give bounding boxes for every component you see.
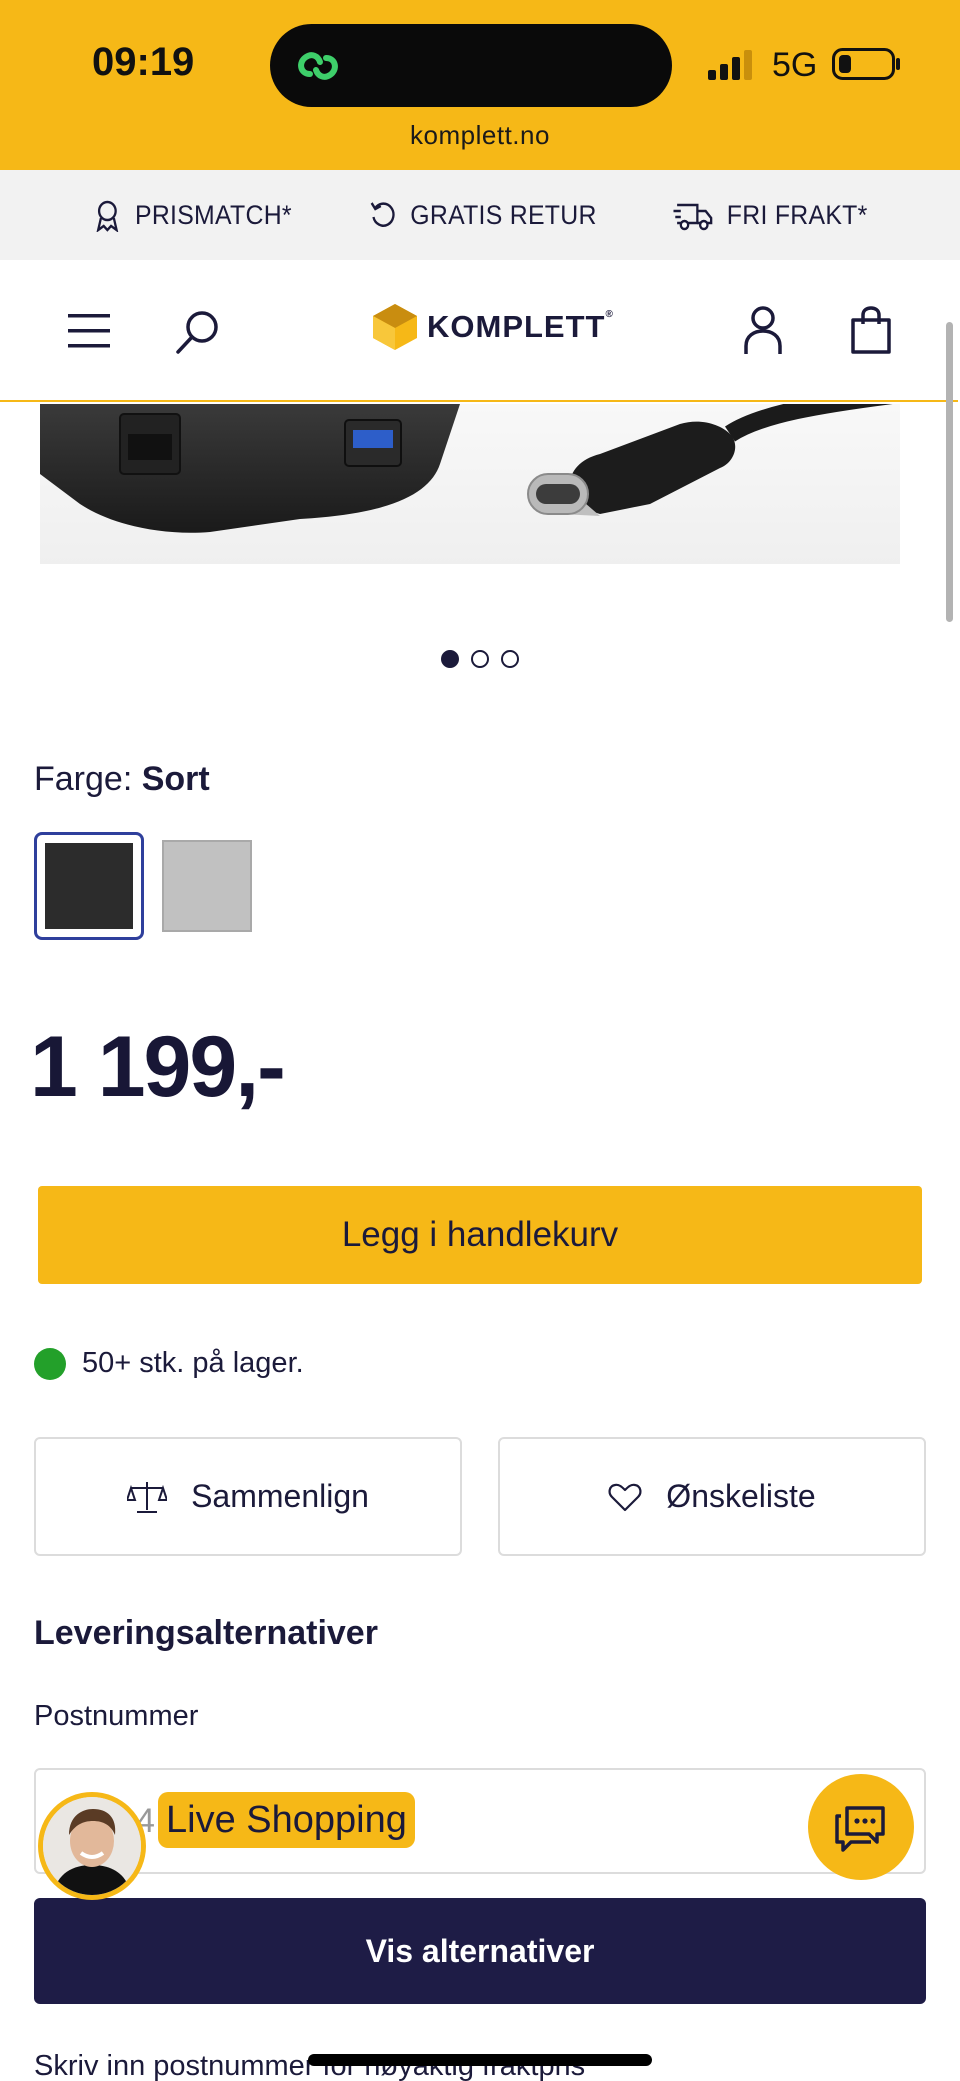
search-icon[interactable] [174, 308, 222, 356]
usp-label: FRI FRAKT* [726, 199, 868, 230]
logo-icon [373, 304, 417, 350]
carousel-dots [0, 650, 960, 668]
dynamic-island [270, 24, 672, 107]
swatch-sort[interactable] [34, 832, 144, 940]
signal-icon [708, 50, 752, 80]
wishlist-label: Ønskeliste [666, 1478, 816, 1514]
carousel-dot[interactable] [471, 650, 489, 668]
chat-icon [835, 1806, 885, 1852]
color-label: Farge: Sort [34, 760, 210, 798]
logo-text: KOMPLETT® [427, 309, 614, 344]
compare-button[interactable]: Sammenlign [34, 1437, 462, 1556]
home-indicator [308, 2054, 652, 2066]
status-bar: 09:19 5G komplett.no [0, 0, 960, 170]
delivery-title: Leveringsalternativer [34, 1614, 378, 1652]
menu-icon[interactable] [68, 314, 110, 348]
live-shopping-avatar[interactable] [38, 1792, 146, 1900]
swatch-gra[interactable] [162, 840, 252, 932]
truck-icon [673, 203, 713, 231]
site-header: KOMPLETT® [0, 260, 958, 402]
account-icon[interactable] [744, 306, 782, 356]
carousel-dot[interactable] [441, 650, 459, 668]
usp-label: PRISMATCH* [134, 199, 292, 230]
battery-icon [832, 48, 900, 80]
postal-label: Postnummer [34, 1700, 199, 1732]
usp-bar: PRISMATCH* GRATIS RETUR FRI FRAKT* [0, 170, 960, 260]
live-shopping-label[interactable]: Live Shopping [158, 1792, 415, 1848]
wishlist-button[interactable]: Ønskeliste [498, 1437, 926, 1556]
product-price: 1 199,- [30, 1019, 286, 1115]
color-value: Sort [141, 760, 210, 798]
host-avatar [43, 1797, 141, 1895]
heart-icon [608, 1483, 642, 1511]
show-alternatives-button[interactable]: Vis alternativer [34, 1898, 926, 2004]
return-icon [371, 202, 396, 227]
compare-label: Sammenlign [191, 1478, 369, 1514]
usp-prismatch[interactable]: PRISMATCH* [93, 198, 292, 232]
usp-fri-frakt[interactable]: FRI FRAKT* [673, 199, 867, 231]
usp-gratis-retur[interactable]: GRATIS RETUR [368, 199, 597, 231]
komplett-logo[interactable]: KOMPLETT® [373, 304, 614, 350]
stock-text: 50+ stk. på lager. [82, 1347, 304, 1379]
stock-status: 50+ stk. på lager. [34, 1347, 304, 1380]
usb-c-hub-image [40, 404, 900, 564]
chat-button[interactable] [808, 1774, 914, 1880]
network-label: 5G [772, 46, 818, 84]
cart-icon[interactable] [850, 306, 892, 354]
scale-icon [127, 1481, 168, 1513]
add-to-cart-button[interactable]: Legg i handlekurv [38, 1186, 922, 1284]
usp-label: GRATIS RETUR [410, 199, 598, 230]
stock-indicator [34, 1347, 66, 1380]
url-label[interactable]: komplett.no [0, 120, 960, 151]
award-icon [96, 200, 119, 232]
status-time: 09:19 [92, 40, 195, 84]
carousel-dot[interactable] [501, 650, 519, 668]
link-icon [298, 52, 338, 80]
scrollbar[interactable] [946, 322, 953, 622]
